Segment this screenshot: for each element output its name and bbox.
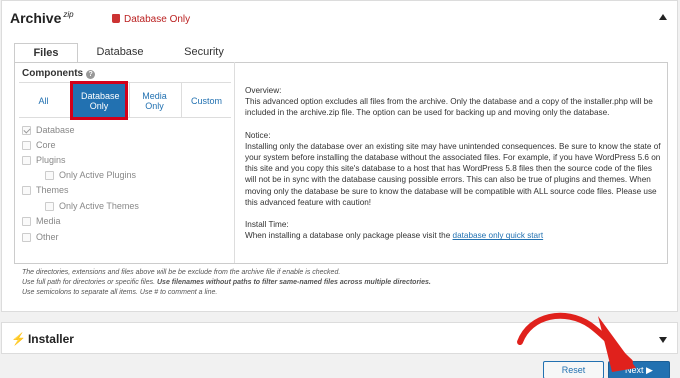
installer-title: ⚡ Installer <box>11 332 74 346</box>
checkbox[interactable] <box>22 216 31 226</box>
filter-notes: The directories, extensions and files ab… <box>22 268 431 298</box>
note-line-3: Use semicolons to separate all items. Us… <box>22 289 218 296</box>
component-themes-label: Themes <box>36 185 69 195</box>
component-only-active-themes[interactable]: Only Active Themes <box>45 200 139 212</box>
install-time-text: When installing a database only package … <box>245 231 453 241</box>
notice-text: Installing only the database over an exi… <box>245 141 661 207</box>
tab-files[interactable]: Files <box>14 43 78 63</box>
component-themes[interactable]: Themes <box>22 184 69 196</box>
component-database-label: Database <box>36 125 75 135</box>
component-filter-buttons: All Database Only Media Only Custom <box>19 81 231 120</box>
checkbox[interactable] <box>45 201 54 211</box>
overview-title: Overview: <box>245 86 282 95</box>
filter-media-only-button[interactable]: Media Only <box>129 83 179 118</box>
checkbox[interactable] <box>22 232 31 242</box>
install-time-title: Install Time: <box>245 220 289 230</box>
filter-database-only-label: Database Only <box>81 90 120 111</box>
next-button[interactable]: Next ▶ <box>608 361 670 378</box>
component-database[interactable]: Database <box>22 124 75 136</box>
component-only-active-plugins[interactable]: Only Active Plugins <box>45 169 136 181</box>
note-line-1: The directories, extensions and files ab… <box>22 269 341 276</box>
database-icon <box>112 14 120 23</box>
checkbox[interactable] <box>22 155 31 165</box>
files-tab-content: Components? All Database Only Media Only… <box>14 62 668 264</box>
database-only-quick-start-link[interactable]: database only quick start <box>453 231 544 240</box>
database-only-tag-label: Database Only <box>124 14 191 25</box>
bolt-icon: ⚡ <box>11 332 26 346</box>
component-media-label: Media <box>36 216 61 226</box>
components-section: Components? All Database Only Media Only… <box>15 62 235 263</box>
caret-up-icon[interactable] <box>659 14 667 20</box>
note-line-2b: Use filenames without paths to filter sa… <box>157 279 431 286</box>
component-core[interactable]: Core <box>22 139 56 151</box>
install-time-block: Install Time: When installing a database… <box>245 219 665 241</box>
question-circle-icon[interactable]: ? <box>86 70 96 79</box>
archive-header[interactable]: Archive zip Database Only <box>2 1 677 37</box>
tab-security[interactable]: Security <box>172 43 236 63</box>
overview-block: Overview: This advanced option excludes … <box>245 85 665 119</box>
component-plugins-label: Plugins <box>36 155 66 165</box>
checkbox-checked[interactable] <box>22 125 31 135</box>
filter-all-button[interactable]: All <box>19 83 68 118</box>
reset-button[interactable]: Reset <box>543 361 604 378</box>
component-only-active-themes-label: Only Active Themes <box>59 201 139 211</box>
components-title: Components? <box>22 68 96 79</box>
database-only-tag: Database Only <box>112 14 190 25</box>
installer-panel[interactable]: ⚡ Installer <box>1 322 678 354</box>
filter-media-only-label: Media Only <box>142 90 167 111</box>
archive-title: Archive zip <box>10 10 74 26</box>
component-only-active-plugins-label: Only Active Plugins <box>59 170 137 180</box>
component-other-label: Other <box>36 232 59 242</box>
note-line-2: Use full path for directories or specifi… <box>22 278 431 288</box>
checkbox[interactable] <box>22 140 31 150</box>
overview-text: This advanced option excludes all files … <box>245 97 653 118</box>
archive-panel: Archive zip Database Only Files Database … <box>1 0 678 312</box>
database-only-description: Overview: This advanced option excludes … <box>245 85 665 252</box>
component-plugins[interactable]: Plugins <box>22 154 66 166</box>
component-other[interactable]: Other <box>22 231 59 243</box>
tab-database[interactable]: Database <box>88 43 152 63</box>
component-media[interactable]: Media <box>22 215 61 227</box>
checkbox[interactable] <box>22 185 31 195</box>
archive-title-text: Archive <box>10 10 62 26</box>
filter-database-only-button[interactable]: Database Only <box>70 81 128 120</box>
archive-title-suffix: zip <box>63 10 74 20</box>
installer-title-text: Installer <box>27 332 74 346</box>
components-title-text: Components <box>22 68 84 79</box>
caret-down-icon[interactable] <box>659 337 667 343</box>
notice-block: Notice: Installing only the database ove… <box>245 130 665 208</box>
note-line-2a: Use full path for directories or specifi… <box>22 279 157 286</box>
component-core-label: Core <box>36 140 56 150</box>
filter-custom-button[interactable]: Custom <box>181 83 231 118</box>
notice-title: Notice: <box>245 130 271 140</box>
checkbox[interactable] <box>45 170 54 180</box>
